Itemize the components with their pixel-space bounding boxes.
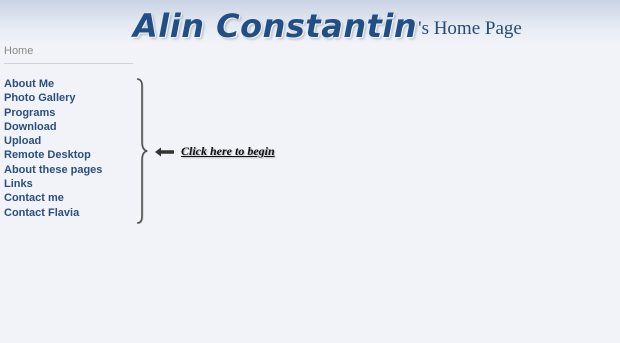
nav-item: Contact Flavia — [4, 205, 102, 219]
nav-link-programs[interactable]: Programs — [4, 107, 55, 119]
nav-link-contact-me[interactable]: Contact me — [4, 192, 64, 204]
left-arrow-icon — [155, 147, 174, 157]
nav-menu: About Me Photo Gallery Programs Download… — [4, 76, 102, 219]
nav-item: Links — [4, 176, 102, 190]
nav-link-download[interactable]: Download — [4, 121, 57, 133]
nav-link-about-me[interactable]: About Me — [4, 78, 54, 90]
nav-item: Remote Desktop — [4, 147, 102, 161]
nav-item: Upload — [4, 133, 102, 147]
nav-link-about-these-pages[interactable]: About these pages — [4, 164, 102, 176]
nav-item: Photo Gallery — [4, 90, 102, 104]
nav-link-remote-desktop[interactable]: Remote Desktop — [4, 149, 91, 161]
nav-link-contact-flavia[interactable]: Contact Flavia — [4, 207, 79, 219]
home-link[interactable]: Home — [4, 45, 33, 57]
nav-item: Programs — [4, 105, 102, 119]
logo-name: Alin Constantin — [133, 7, 418, 45]
nav-divider — [4, 63, 133, 64]
nav-link-photo-gallery[interactable]: Photo Gallery — [4, 92, 76, 104]
click-here-to-begin-link[interactable]: Click here to begin — [181, 144, 275, 159]
nav-item: Contact me — [4, 190, 102, 204]
nav-link-upload[interactable]: Upload — [4, 135, 41, 147]
site-logo: Alin Constantin 's Home Page — [133, 4, 522, 44]
curly-brace-icon — [136, 78, 148, 224]
nav-item: About these pages — [4, 162, 102, 176]
header-banner: Alin Constantin 's Home Page — [0, 0, 620, 44]
nav-link-links[interactable]: Links — [4, 178, 33, 190]
logo-suffix: 's Home Page — [418, 18, 522, 39]
nav-item: About Me — [4, 76, 102, 90]
nav-item: Download — [4, 119, 102, 133]
